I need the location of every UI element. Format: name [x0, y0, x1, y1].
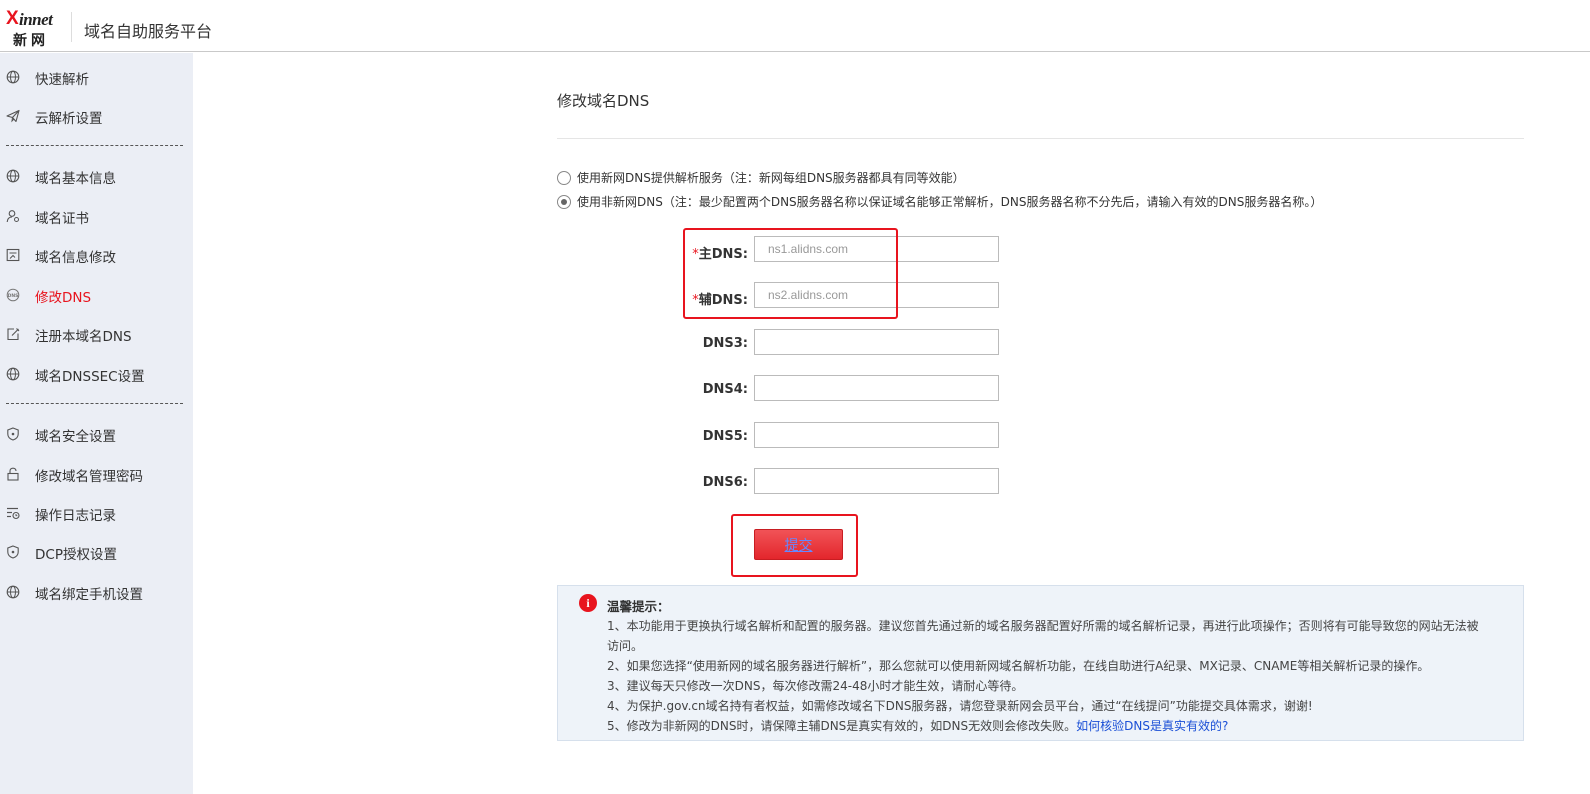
dns4-input[interactable]: [754, 375, 999, 401]
sidebar: 快速解析 云解析设置 域名基本信息 域名证书 域名信息修改 DNS 修改DNS …: [0, 53, 193, 794]
top-header: X innet 新网 域名自助服务平台: [0, 0, 1590, 52]
sidebar-item-info-edit[interactable]: 域名信息修改: [0, 239, 193, 269]
edit-icon: [7, 328, 20, 341]
submit-button[interactable]: 提交: [754, 529, 843, 560]
header-divider: [71, 12, 72, 42]
sidebar-item-label: 域名DNSSEC设置: [35, 369, 145, 385]
tip-line: 5、修改为非新网的DNS时，请保障主辅DNS是真实有效的，如DNS无效则会修改失…: [607, 719, 1229, 733]
dns5-label: DNS5:: [702, 429, 748, 444]
sidebar-item-dnssec[interactable]: 域名DNSSEC设置: [0, 358, 193, 388]
globe-icon: [6, 585, 20, 599]
option-xinnet-dns[interactable]: 使用新网DNS提供解析服务（注：新网每组DNS服务器都具有同等效能）: [557, 169, 965, 186]
sidebar-item-label: 域名证书: [35, 211, 89, 227]
xinnet-logo[interactable]: X innet 新网: [6, 8, 62, 49]
paper-plane-icon: [6, 109, 20, 123]
log-icon: [7, 507, 20, 520]
platform-title: 域名自助服务平台: [84, 22, 213, 41]
svg-text:DNS: DNS: [8, 293, 19, 299]
sidebar-item-label: 域名基本信息: [35, 171, 116, 187]
logo-x: X: [6, 8, 19, 29]
dns-icon: DNS: [6, 288, 20, 302]
sidebar-item-register-dns[interactable]: 注册本域名DNS: [0, 318, 193, 348]
shield-icon: [7, 545, 19, 559]
sidebar-item-label: 注册本域名DNS: [35, 329, 132, 345]
option-label: 使用非新网DNS（注：最少配置两个DNS服务器名称以保证域名能够正常解析，DNS…: [577, 195, 1323, 209]
required-fields-highlight: [683, 228, 898, 319]
dns5-input[interactable]: [754, 422, 999, 448]
user-certificate-icon: [6, 210, 19, 223]
sidebar-item-modify-dns[interactable]: DNS 修改DNS: [0, 279, 193, 309]
tips-panel: i 温馨提示： 1、本功能用于更换执行域名解析和配置的服务器。建议您首先通过新的…: [557, 585, 1524, 741]
option-label: 使用新网DNS提供解析服务（注：新网每组DNS服务器都具有同等效能）: [577, 171, 965, 185]
option-custom-dns[interactable]: 使用非新网DNS（注：最少配置两个DNS服务器名称以保证域名能够正常解析，DNS…: [557, 193, 1322, 210]
sidebar-item-label: 域名安全设置: [35, 429, 116, 445]
dns4-label: DNS4:: [702, 382, 748, 397]
sidebar-item-label: 修改域名管理密码: [35, 469, 143, 485]
tip-line: 2、如果您选择“使用新网的域名服务器进行解析”，那么您就可以使用新网域名解析功能…: [607, 659, 1430, 673]
sidebar-item-certificate[interactable]: 域名证书: [0, 200, 193, 230]
logo-chinese: 新网: [13, 33, 49, 49]
sidebar-item-cloud-resolve[interactable]: 云解析设置: [0, 100, 193, 130]
page-title: 修改域名DNS: [557, 92, 650, 110]
sidebar-item-label: 域名绑定手机设置: [35, 587, 143, 603]
globe-icon: [6, 367, 20, 381]
tips-title: 温馨提示：: [607, 599, 670, 614]
dns3-label: DNS3:: [702, 336, 748, 351]
dns6-label: DNS6:: [702, 475, 748, 490]
sidebar-item-label: DCP授权设置: [35, 547, 117, 563]
sidebar-item-quick-resolve[interactable]: 快速解析: [0, 61, 193, 91]
sidebar-divider: [6, 145, 183, 146]
info-icon: i: [579, 594, 597, 612]
verify-dns-link[interactable]: 如何核验DNS是真实有效的?: [1076, 719, 1228, 733]
tip-line: 1、本功能用于更换执行域名解析和配置的服务器。建议您首先通过新的域名服务器配置好…: [607, 619, 1479, 633]
logo-innet: innet: [19, 10, 53, 29]
sidebar-item-label: 快速解析: [35, 72, 89, 88]
tip-line: 访问。: [607, 639, 644, 653]
sidebar-item-logs[interactable]: 操作日志记录: [0, 497, 193, 527]
sidebar-item-security[interactable]: 域名安全设置: [0, 418, 193, 448]
dns3-input[interactable]: [754, 329, 999, 355]
sidebar-divider: [6, 403, 183, 404]
shield-icon: [7, 427, 19, 441]
globe-icon: [6, 70, 20, 84]
title-divider: [557, 138, 1524, 139]
dns6-input[interactable]: [754, 468, 999, 494]
sidebar-item-label: 修改DNS: [35, 290, 92, 306]
sidebar-item-label: 云解析设置: [35, 111, 103, 127]
sidebar-item-dcp[interactable]: DCP授权设置: [0, 536, 193, 566]
tip-line: 3、建议每天只修改一次DNS，每次修改需24-48小时才能生效，请耐心等待。: [607, 679, 1024, 693]
lock-icon: [7, 467, 19, 481]
globe-icon: [6, 169, 20, 183]
radio-custom-dns[interactable]: [557, 194, 571, 209]
sidebar-item-basic-info[interactable]: 域名基本信息: [0, 160, 193, 190]
sidebar-item-label: 操作日志记录: [35, 508, 116, 524]
tip-line: 4、为保护.gov.cn域名持有者权益，如需修改域名下DNS服务器，请您登录新网…: [607, 699, 1313, 713]
radio-xinnet-dns[interactable]: [557, 170, 571, 185]
sidebar-item-password[interactable]: 修改域名管理密码: [0, 458, 193, 488]
edit-info-icon: [6, 248, 20, 262]
sidebar-item-label: 域名信息修改: [35, 250, 116, 266]
sidebar-item-phone-binding[interactable]: 域名绑定手机设置: [0, 576, 193, 606]
